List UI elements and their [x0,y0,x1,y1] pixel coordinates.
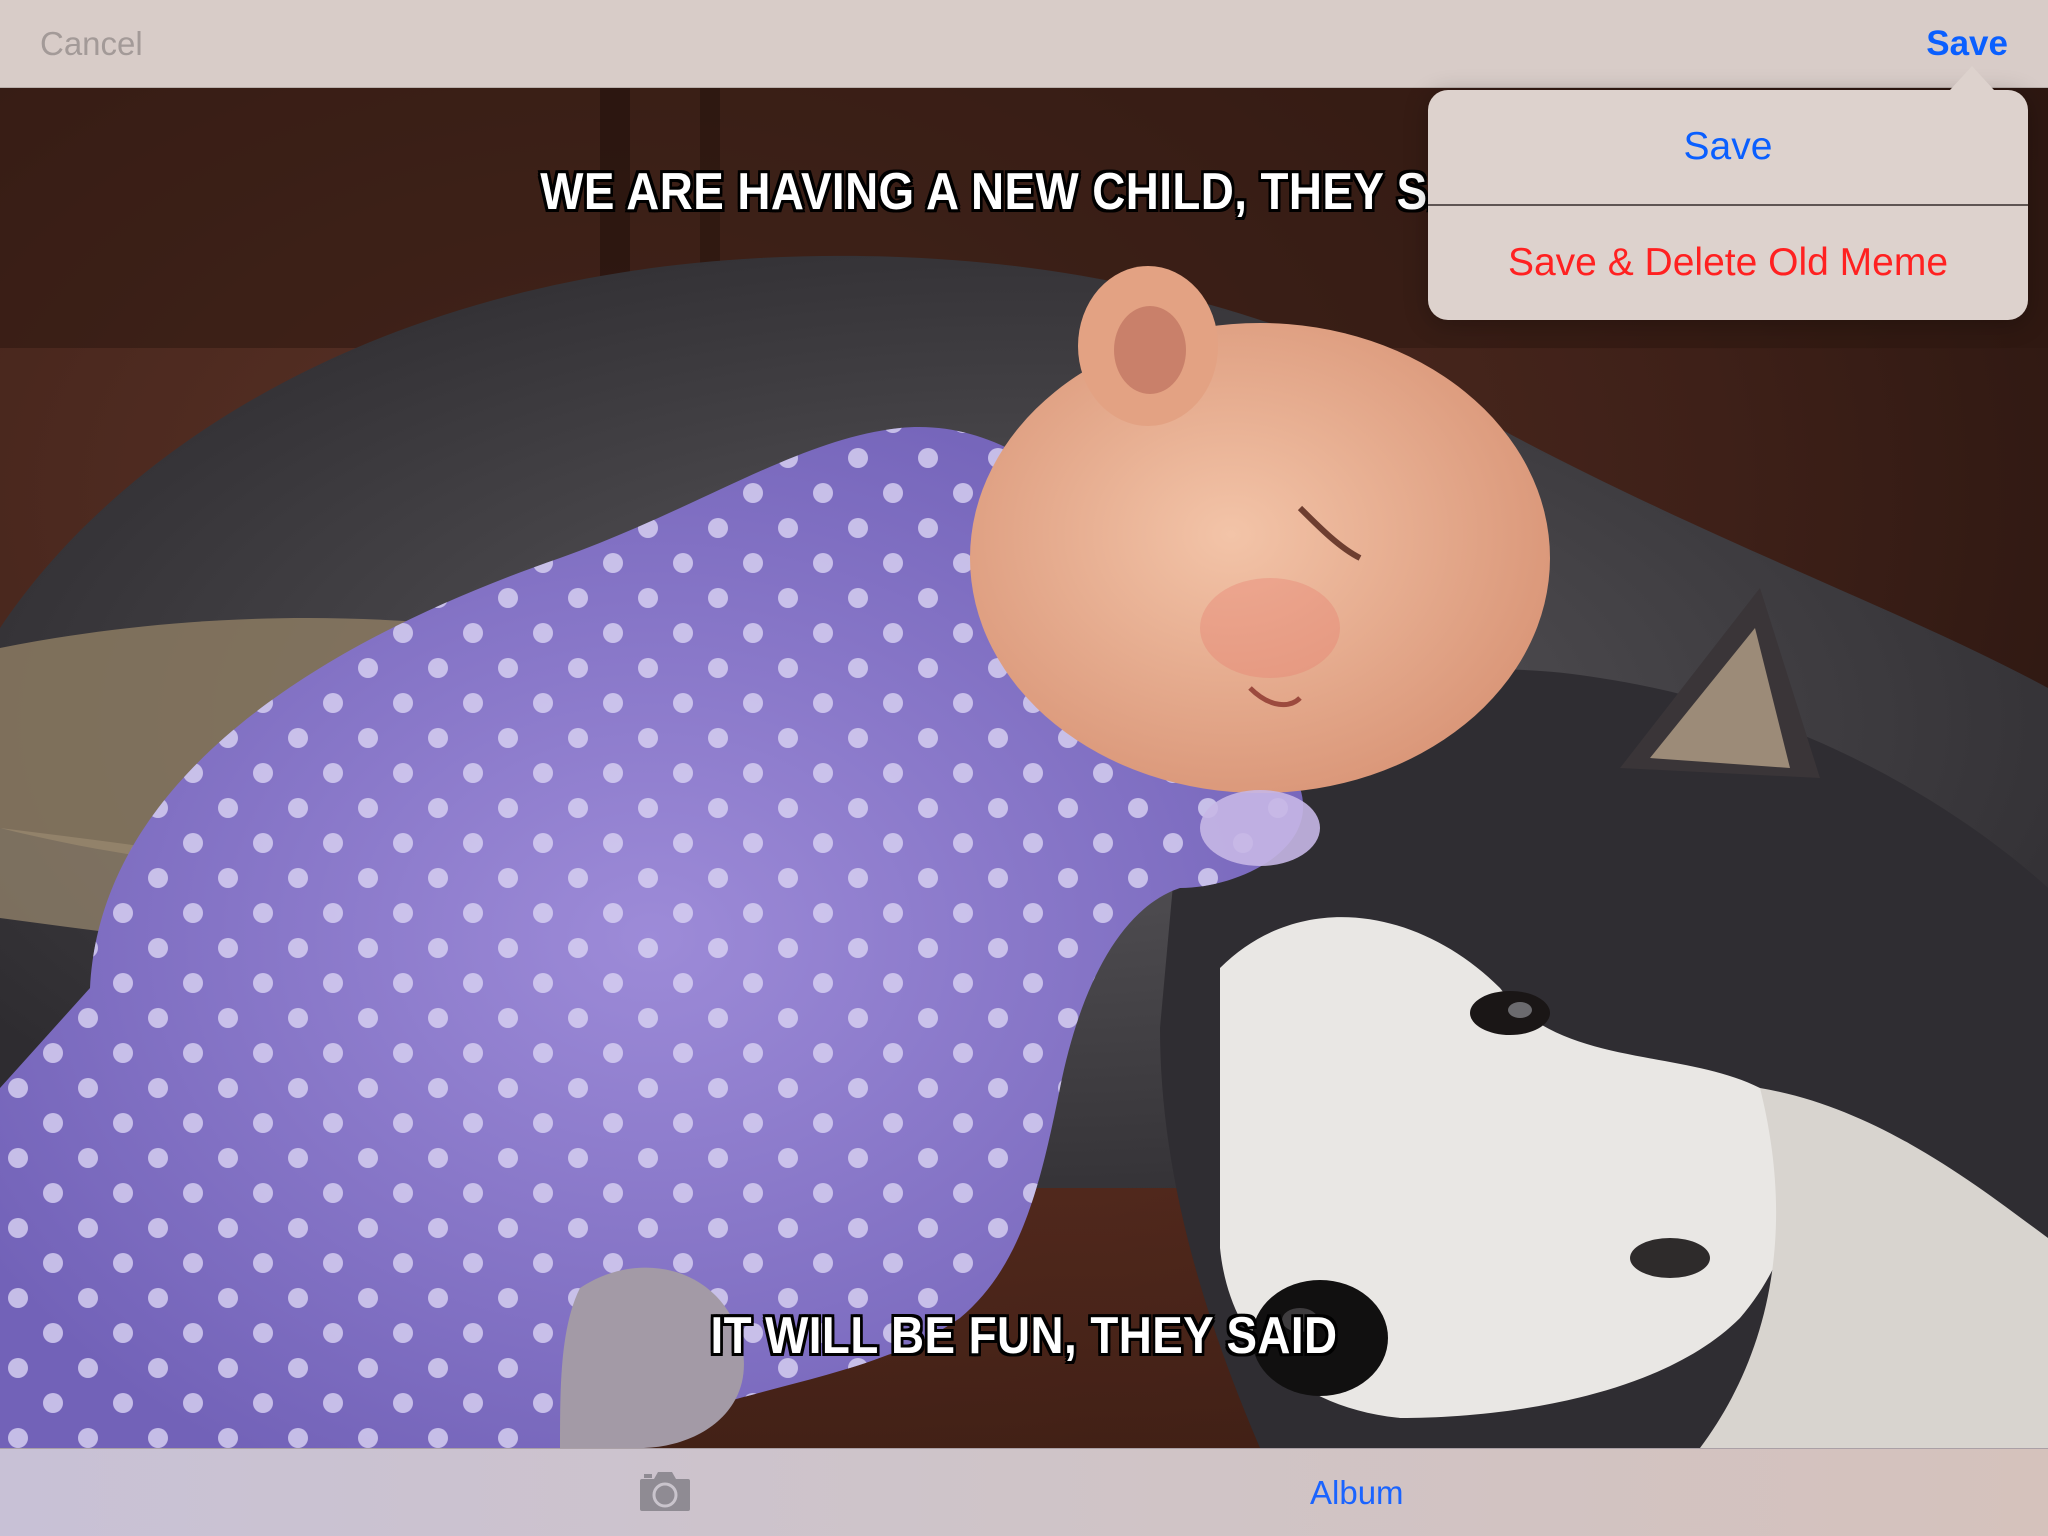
meme-bottom-text[interactable]: IT WILL BE FUN, THEY SAID [123,1306,1925,1366]
top-navigation-bar: Cancel Save [0,0,2048,88]
cancel-button[interactable]: Cancel [40,22,143,66]
save-button[interactable]: Save [1926,22,2008,66]
popover-arrow [1950,66,1994,90]
meme-editor-screen: Cancel Save WE ARE HAVING A NEW CHILD, T… [0,0,2048,1536]
save-and-delete-menu-item[interactable]: Save & Delete Old Meme [1428,206,2028,320]
save-menu-item[interactable]: Save [1428,90,2028,204]
bottom-toolbar: Album [0,1448,2048,1536]
save-options-popover: Save Save & Delete Old Meme [1428,90,2028,320]
album-button[interactable]: Album [1310,1471,1404,1515]
camera-icon[interactable] [638,1469,692,1513]
